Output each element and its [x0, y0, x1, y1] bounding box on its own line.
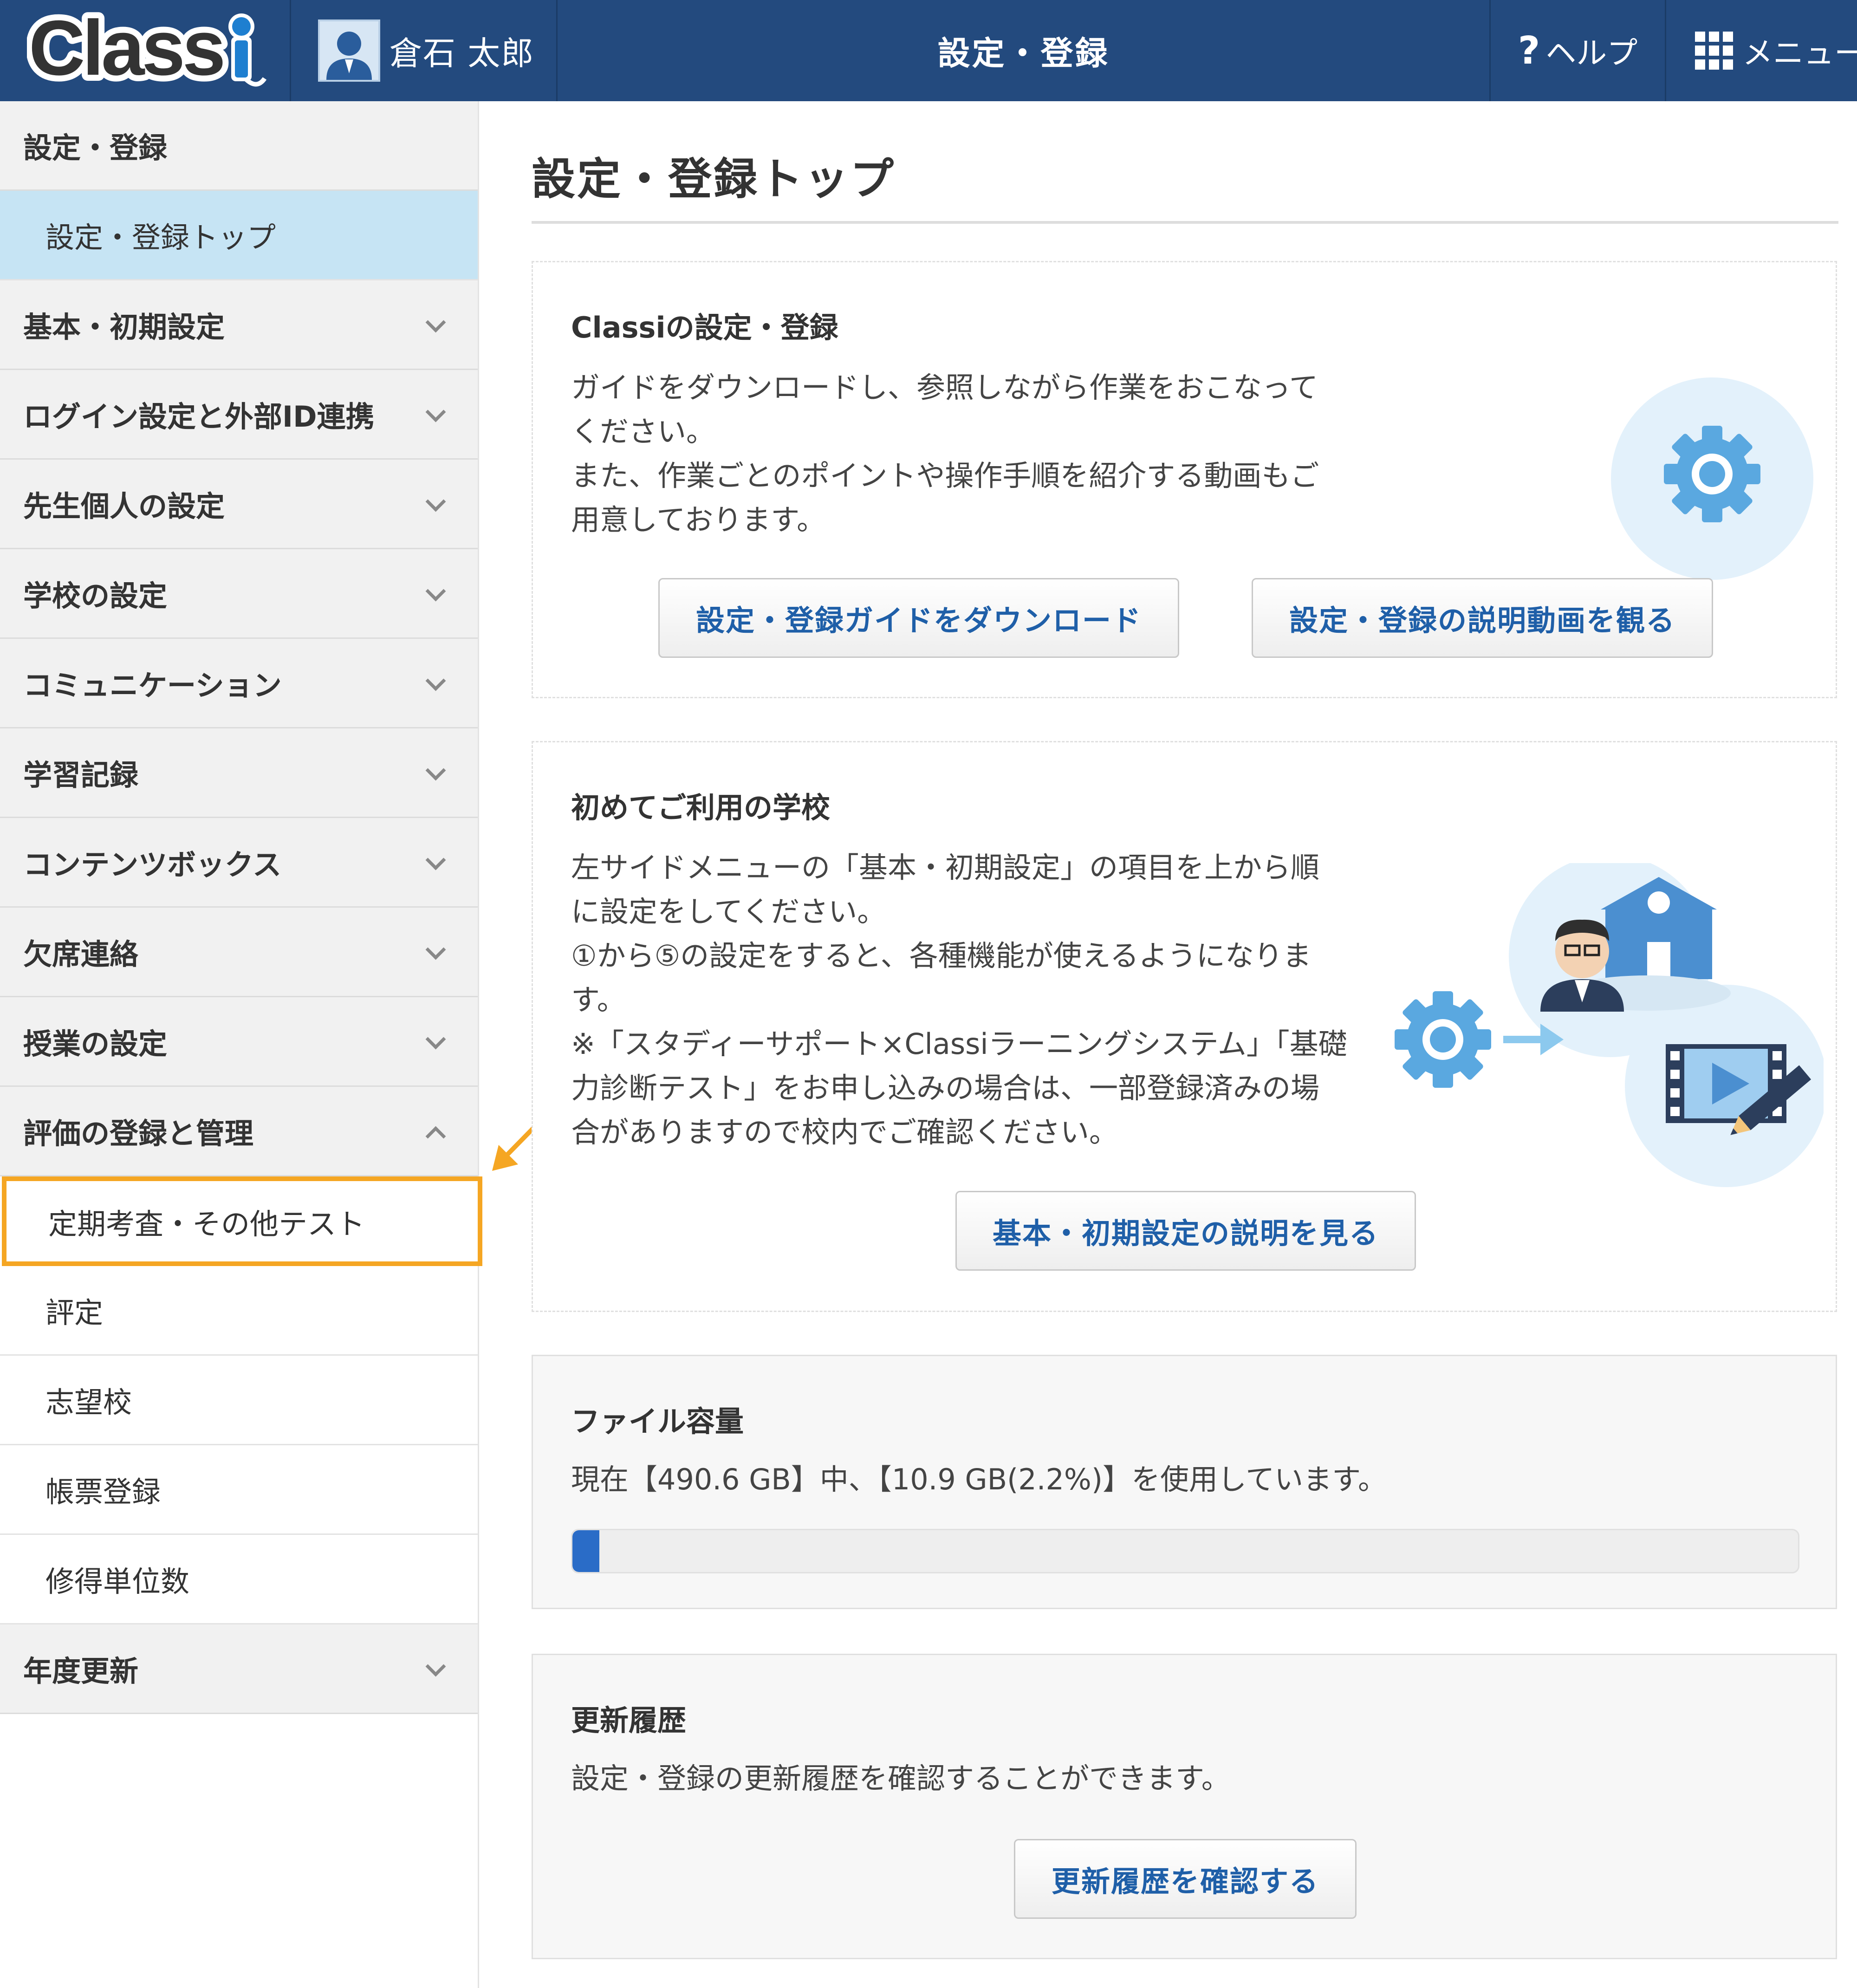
setup-flow-illustration-icon	[1395, 863, 1824, 1187]
sidebar-item-desired-school[interactable]: 志望校	[0, 1356, 478, 1445]
help-button[interactable]: ? ヘルプ	[1489, 0, 1665, 101]
sidebar-group-login[interactable]: ログイン設定と外部ID連携	[0, 370, 478, 460]
text-line: に設定をしてください。	[571, 895, 886, 929]
sidebar-group-label: 授業の設定	[23, 1027, 168, 1061]
classi-logo-graphic: Class Class	[27, 9, 267, 92]
question-icon: ?	[1518, 28, 1540, 73]
text-line: ガイドをダウンロードし、参照しながら作業をおこなって	[571, 370, 1318, 404]
sidebar-group-label: 評価の登録と管理	[23, 1117, 254, 1150]
chevron-down-icon	[425, 1658, 445, 1679]
storage-progress-bar	[571, 1529, 1799, 1573]
text-line: 合がありますので校内でご確認ください。	[571, 1115, 1118, 1149]
sidebar: 設定・登録 設定・登録トップ 基本・初期設定 ログイン設定と外部ID連携 先生個…	[0, 101, 482, 1988]
usage-text: 現在【490.6 GB】中、【10.9 GB(2.2%)】を使用しています。	[571, 1462, 1387, 1496]
sidebar-item-label: 帳票登録	[45, 1475, 161, 1509]
grid-icon	[1695, 32, 1733, 70]
sidebar-group-school[interactable]: 学校の設定	[0, 549, 478, 639]
card-title: Classiの設定・登録	[571, 311, 838, 344]
sidebar-group-basic[interactable]: 基本・初期設定	[0, 280, 478, 370]
chevron-down-icon	[425, 583, 445, 604]
gear-illustration-icon	[1611, 377, 1813, 580]
sidebar-group-class[interactable]: 授業の設定	[0, 997, 478, 1087]
sidebar-group-content-box[interactable]: コンテンツボックス	[0, 818, 478, 908]
card-title: 初めてご利用の学校	[571, 791, 831, 825]
sidebar-section-title-label: 設定・登録	[23, 131, 168, 165]
sidebar-group-communication[interactable]: コミュニケーション	[0, 639, 478, 728]
sidebar-group-label: 基本・初期設定	[23, 310, 225, 344]
page-title: 設定・登録トップ	[532, 144, 1838, 224]
view-history-button[interactable]: 更新履歴を確認する	[1014, 1839, 1357, 1919]
sidebar-group-learning-record[interactable]: 学習記録	[0, 728, 478, 818]
chevron-down-icon	[425, 404, 445, 424]
text-line: ①から⑤の設定をすると、各種機能が使えるようになりま	[571, 939, 1312, 973]
storage-progress-fill	[572, 1530, 600, 1572]
sidebar-item-label: 評定	[45, 1296, 104, 1330]
sidebar-section-title: 設定・登録	[0, 101, 478, 191]
sidebar-group-evaluation[interactable]: 評価の登録と管理	[0, 1087, 478, 1176]
menu-button[interactable]: メニュー	[1665, 0, 1857, 101]
user-name: 倉石 太郎	[390, 34, 535, 72]
chevron-down-icon	[425, 1031, 445, 1052]
menu-label: メニュー	[1742, 35, 1857, 71]
basic-settings-guide-button[interactable]: 基本・初期設定の説明を見る	[955, 1191, 1416, 1271]
classi-logo[interactable]: Class Class	[0, 0, 291, 101]
sidebar-item-settings-top[interactable]: 設定・登録トップ	[0, 191, 478, 280]
card-description: 左サイドメニューの「基本・初期設定」の項目を上から順 に設定をしてください。 ①…	[571, 845, 1347, 1154]
sidebar-item-label: 定期考査・その他テスト	[48, 1207, 365, 1241]
text-line: 用意しております。	[571, 503, 826, 537]
sidebar-group-label: 学習記録	[23, 758, 139, 792]
card-description: ガイドをダウンロードし、参照しながら作業をおこなって ください。 また、作業ごと…	[571, 365, 1319, 542]
sidebar-group-label: 年度更新	[23, 1654, 139, 1688]
chevron-down-icon	[425, 494, 445, 514]
avatar	[318, 19, 380, 82]
svg-text:Class: Class	[29, 9, 223, 91]
text-line: また、作業ごとのポイントや操作手順を紹介する動画もご	[571, 459, 1319, 493]
download-guide-button[interactable]: 設定・登録ガイドをダウンロード	[658, 578, 1179, 658]
top-header: Class Class 倉石 太郎 設定・登録 ? ヘルプ メニュー	[0, 0, 1857, 101]
sidebar-item-credits[interactable]: 修得単位数	[0, 1535, 478, 1624]
text-line: ください。	[571, 415, 715, 448]
text-line: ※「スタディーサポート×Classiラーニングシステム」「基礎	[571, 1027, 1347, 1061]
chevron-up-icon	[425, 1121, 445, 1141]
card-description: 設定・登録の更新履歴を確認することができます。	[571, 1761, 1230, 1795]
main-content: 設定・登録トップ Classiの設定・登録 ガイドをダウンロードし、参照しながら…	[532, 101, 1838, 1959]
chevron-down-icon	[425, 852, 445, 872]
text-line: 左サイドメニューの「基本・初期設定」の項目を上から順	[571, 851, 1320, 884]
user-info[interactable]: 倉石 太郎	[291, 0, 558, 101]
chevron-down-icon	[425, 762, 445, 783]
watch-video-button[interactable]: 設定・登録の説明動画を観る	[1252, 578, 1713, 658]
sidebar-group-label: 先生個人の設定	[23, 489, 225, 523]
sidebar-group-year-update[interactable]: 年度更新	[0, 1624, 478, 1714]
sidebar-item-label: 修得単位数	[45, 1565, 190, 1598]
chevron-down-icon	[425, 673, 445, 693]
sidebar-group-label: 学校の設定	[23, 579, 168, 613]
help-label: ヘルプ	[1545, 35, 1638, 71]
card-first-time-school: 初めてご利用の学校 左サイドメニューの「基本・初期設定」の項目を上から順 に設定…	[532, 741, 1837, 1312]
card-file-capacity: ファイル容量 現在【490.6 GB】中、【10.9 GB(2.2%)】を使用し…	[532, 1355, 1837, 1609]
sidebar-item-label: 志望校	[45, 1385, 132, 1419]
user-avatar-icon	[326, 32, 372, 80]
card-update-history: 更新履歴 設定・登録の更新履歴を確認することができます。 更新履歴を確認する	[532, 1654, 1837, 1959]
sidebar-group-absence[interactable]: 欠席連絡	[0, 908, 478, 997]
card-classi-settings: Classiの設定・登録 ガイドをダウンロードし、参照しながら作業をおこなって …	[532, 261, 1837, 698]
header-title: 設定・登録	[937, 34, 1110, 72]
sidebar-item-exam-tests[interactable]: 定期考査・その他テスト	[2, 1176, 482, 1266]
sidebar-group-label: 欠席連絡	[23, 937, 139, 971]
text-line: す。	[571, 983, 626, 1017]
sidebar-item-label: 設定・登録トップ	[45, 221, 276, 254]
chevron-down-icon	[425, 314, 445, 335]
card-title: 更新履歴	[571, 1703, 687, 1737]
sidebar-item-grades[interactable]: 評定	[0, 1266, 478, 1356]
sidebar-group-label: コンテンツボックス	[23, 848, 282, 882]
sidebar-group-label: ログイン設定と外部ID連携	[23, 400, 375, 434]
chevron-down-icon	[425, 942, 445, 962]
sidebar-item-forms[interactable]: 帳票登録	[0, 1445, 478, 1535]
card-title: ファイル容量	[571, 1404, 744, 1438]
sidebar-group-label: コミュニケーション	[23, 669, 282, 702]
sidebar-group-teacher[interactable]: 先生個人の設定	[0, 460, 478, 549]
text-line: 力診断テスト」をお申し込みの場合は、一部登録済みの場	[571, 1071, 1320, 1105]
